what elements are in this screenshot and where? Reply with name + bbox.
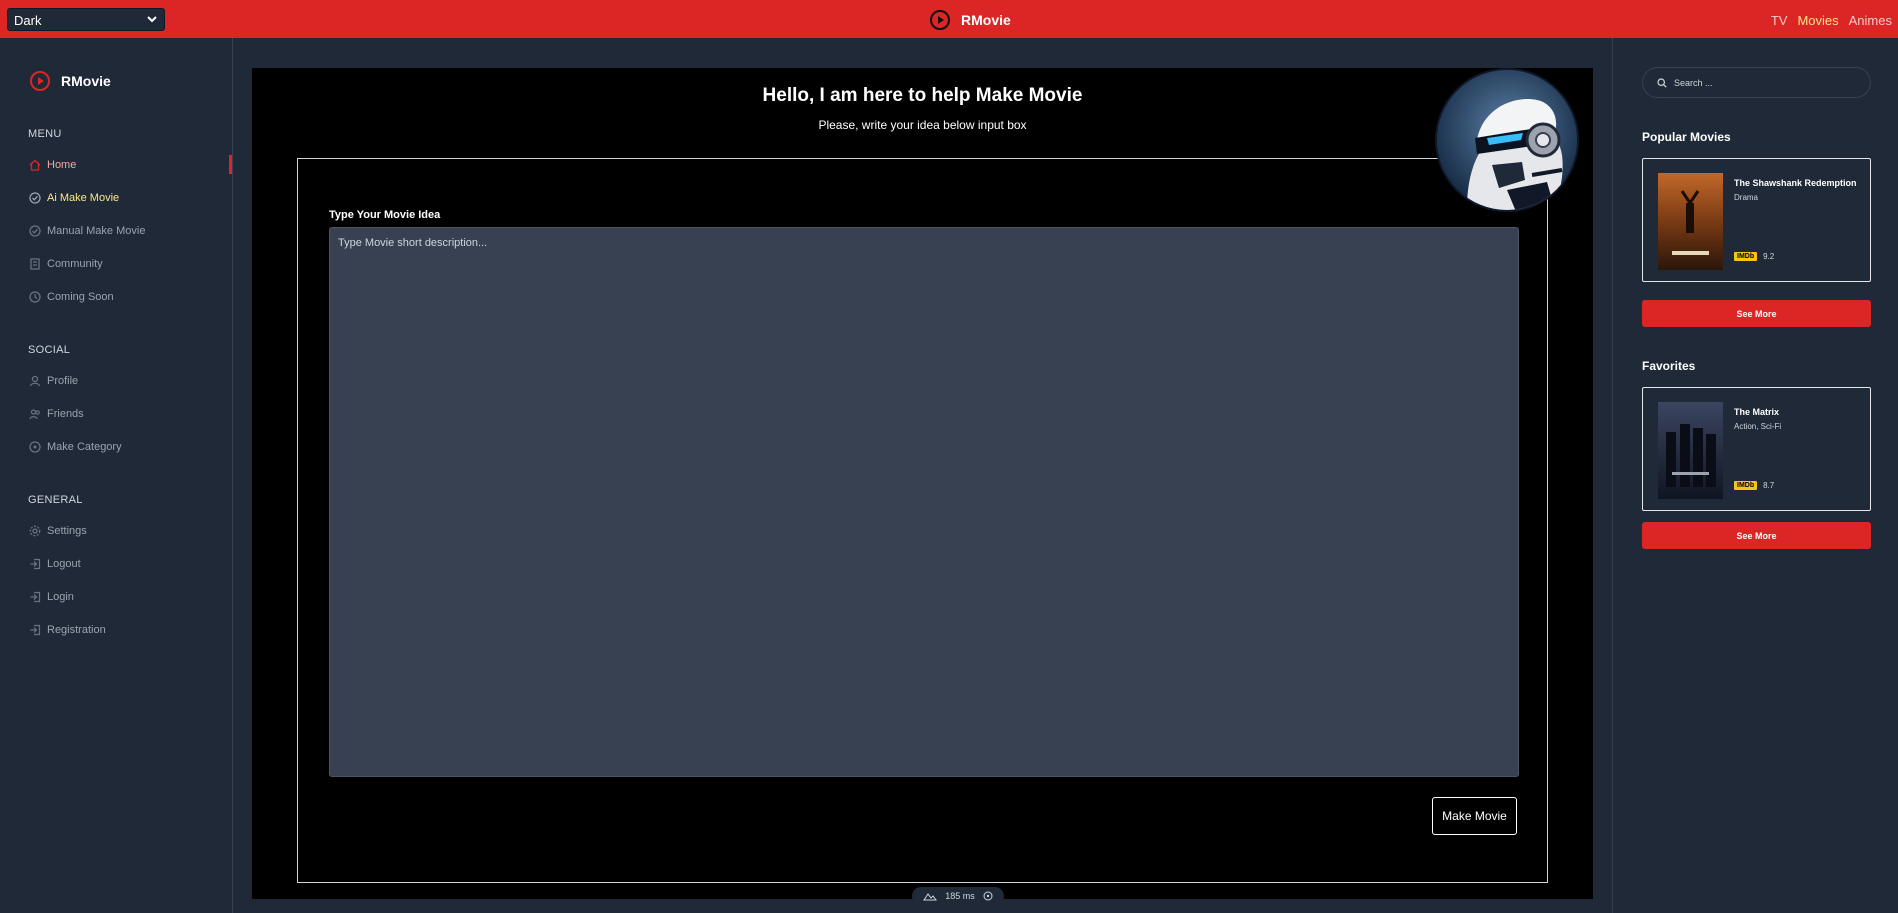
users-icon xyxy=(28,408,41,421)
sidebar-item-label: Ai Make Movie xyxy=(47,192,120,204)
mountain-icon xyxy=(923,893,938,901)
play-logo-icon xyxy=(30,71,50,91)
check-circle-icon xyxy=(28,192,41,205)
top-nav: TV Movies Animes xyxy=(1771,13,1892,28)
community-icon xyxy=(28,258,41,271)
sidebar: RMovie MENU Home Ai Make Movie Manual Ma… xyxy=(0,38,233,913)
see-more-favorites-button[interactable]: See More xyxy=(1642,522,1871,549)
theme-select-value: Dark xyxy=(14,13,42,28)
menu-heading: MENU xyxy=(28,128,62,140)
idea-card: Type Your Movie Idea Make Movie xyxy=(297,158,1548,883)
rating-value: 8.7 xyxy=(1763,481,1775,490)
sidebar-item-label: Profile xyxy=(47,375,79,387)
theme-select[interactable]: Dark xyxy=(7,8,165,31)
main-panel: Hello, I am here to help Make Movie Plea… xyxy=(252,68,1593,899)
target-icon[interactable] xyxy=(983,891,993,901)
sidebar-item-login[interactable]: Login xyxy=(28,587,74,607)
idea-textarea[interactable] xyxy=(329,227,1519,777)
latency-indicator: 185 ms xyxy=(912,887,1004,905)
sidebar-item-settings[interactable]: Settings xyxy=(28,521,87,541)
sidebar-item-label: Logout xyxy=(47,558,81,570)
registration-icon xyxy=(28,624,41,637)
page-subtitle: Please, write your idea below input box xyxy=(818,118,1027,132)
sidebar-item-label: Coming Soon xyxy=(47,291,114,303)
sidebar-brand-name: RMovie xyxy=(61,73,111,89)
clock-icon xyxy=(28,291,41,304)
play-logo-icon xyxy=(930,10,950,30)
search-input[interactable] xyxy=(1674,77,1854,88)
home-icon xyxy=(28,159,41,172)
latency-value: 185 ms xyxy=(945,891,975,901)
logout-icon xyxy=(28,558,41,571)
make-movie-button[interactable]: Make Movie xyxy=(1432,797,1517,835)
idea-label: Type Your Movie Idea xyxy=(329,209,441,221)
sidebar-item-logout[interactable]: Logout xyxy=(28,554,81,574)
rating-value: 9.2 xyxy=(1763,252,1775,261)
movie-rating: IMDb 9.2 xyxy=(1734,252,1774,261)
check-circle-icon xyxy=(28,225,41,238)
sidebar-item-label: Login xyxy=(47,591,74,603)
sidebar-item-community[interactable]: Community xyxy=(28,254,103,274)
see-more-popular-button[interactable]: See More xyxy=(1642,300,1871,327)
nav-movies[interactable]: Movies xyxy=(1797,13,1838,28)
movie-genre: Action, Sci-Fi xyxy=(1734,422,1782,431)
movie-genre: Drama xyxy=(1734,193,1759,202)
search-box[interactable] xyxy=(1642,67,1871,98)
sidebar-item-friends[interactable]: Friends xyxy=(28,404,84,424)
sidebar-item-registration[interactable]: Registration xyxy=(28,620,106,640)
robot-avatar xyxy=(1435,68,1579,212)
top-bar: Dark RMovie TV Movies Animes xyxy=(0,0,1898,38)
sidebar-item-label: Make Category xyxy=(47,441,122,453)
popular-movies-heading: Popular Movies xyxy=(1642,130,1731,144)
sidebar-item-make-category[interactable]: Make Category xyxy=(28,437,122,457)
poster-shawshank xyxy=(1658,173,1723,270)
chevron-down-icon xyxy=(147,16,157,23)
imdb-badge: IMDb xyxy=(1734,481,1758,490)
sidebar-item-profile[interactable]: Profile xyxy=(28,371,78,391)
poster-matrix xyxy=(1658,402,1723,499)
social-heading: SOCIAL xyxy=(28,344,71,356)
user-icon xyxy=(28,375,41,388)
imdb-badge: IMDb xyxy=(1734,252,1758,261)
sidebar-item-ai-make-movie[interactable]: Ai Make Movie xyxy=(28,188,119,208)
right-sidebar: Popular Movies The Shawshank Redemption … xyxy=(1612,38,1898,913)
gear-icon xyxy=(28,525,41,538)
movie-card-popular[interactable]: The Shawshank Redemption Drama IMDb 9.2 xyxy=(1642,158,1871,282)
favorites-heading: Favorites xyxy=(1642,359,1696,373)
sidebar-item-label: Community xyxy=(47,258,103,270)
movie-title: The Shawshank Redemption xyxy=(1734,178,1857,188)
sidebar-item-label: Home xyxy=(47,159,77,171)
sidebar-item-home[interactable]: Home xyxy=(28,155,76,175)
sidebar-item-coming-soon[interactable]: Coming Soon xyxy=(28,287,114,307)
robot-avatar-image xyxy=(1437,70,1577,210)
page-title: Hello, I am here to help Make Movie xyxy=(762,85,1083,106)
login-icon xyxy=(28,591,41,604)
sidebar-item-label: Friends xyxy=(47,408,84,420)
movie-rating: IMDb 8.7 xyxy=(1734,481,1774,490)
sidebar-item-manual-make-movie[interactable]: Manual Make Movie xyxy=(28,221,145,241)
sidebar-item-label: Manual Make Movie xyxy=(47,225,146,237)
nav-animes[interactable]: Animes xyxy=(1849,13,1892,28)
category-icon xyxy=(28,441,41,454)
sidebar-item-label: Settings xyxy=(47,525,87,537)
sidebar-brand[interactable]: RMovie xyxy=(29,70,111,92)
nav-tv[interactable]: TV xyxy=(1771,13,1788,28)
active-marker xyxy=(229,155,232,174)
movie-title: The Matrix xyxy=(1734,407,1780,417)
movie-card-favorite[interactable]: The Matrix Action, Sci-Fi IMDb 8.7 xyxy=(1642,387,1871,511)
sidebar-item-label: Registration xyxy=(47,624,106,636)
general-heading: GENERAL xyxy=(28,494,83,506)
top-brand[interactable]: RMovie xyxy=(929,9,1011,31)
top-brand-name: RMovie xyxy=(961,12,1011,28)
search-icon xyxy=(1657,77,1667,88)
